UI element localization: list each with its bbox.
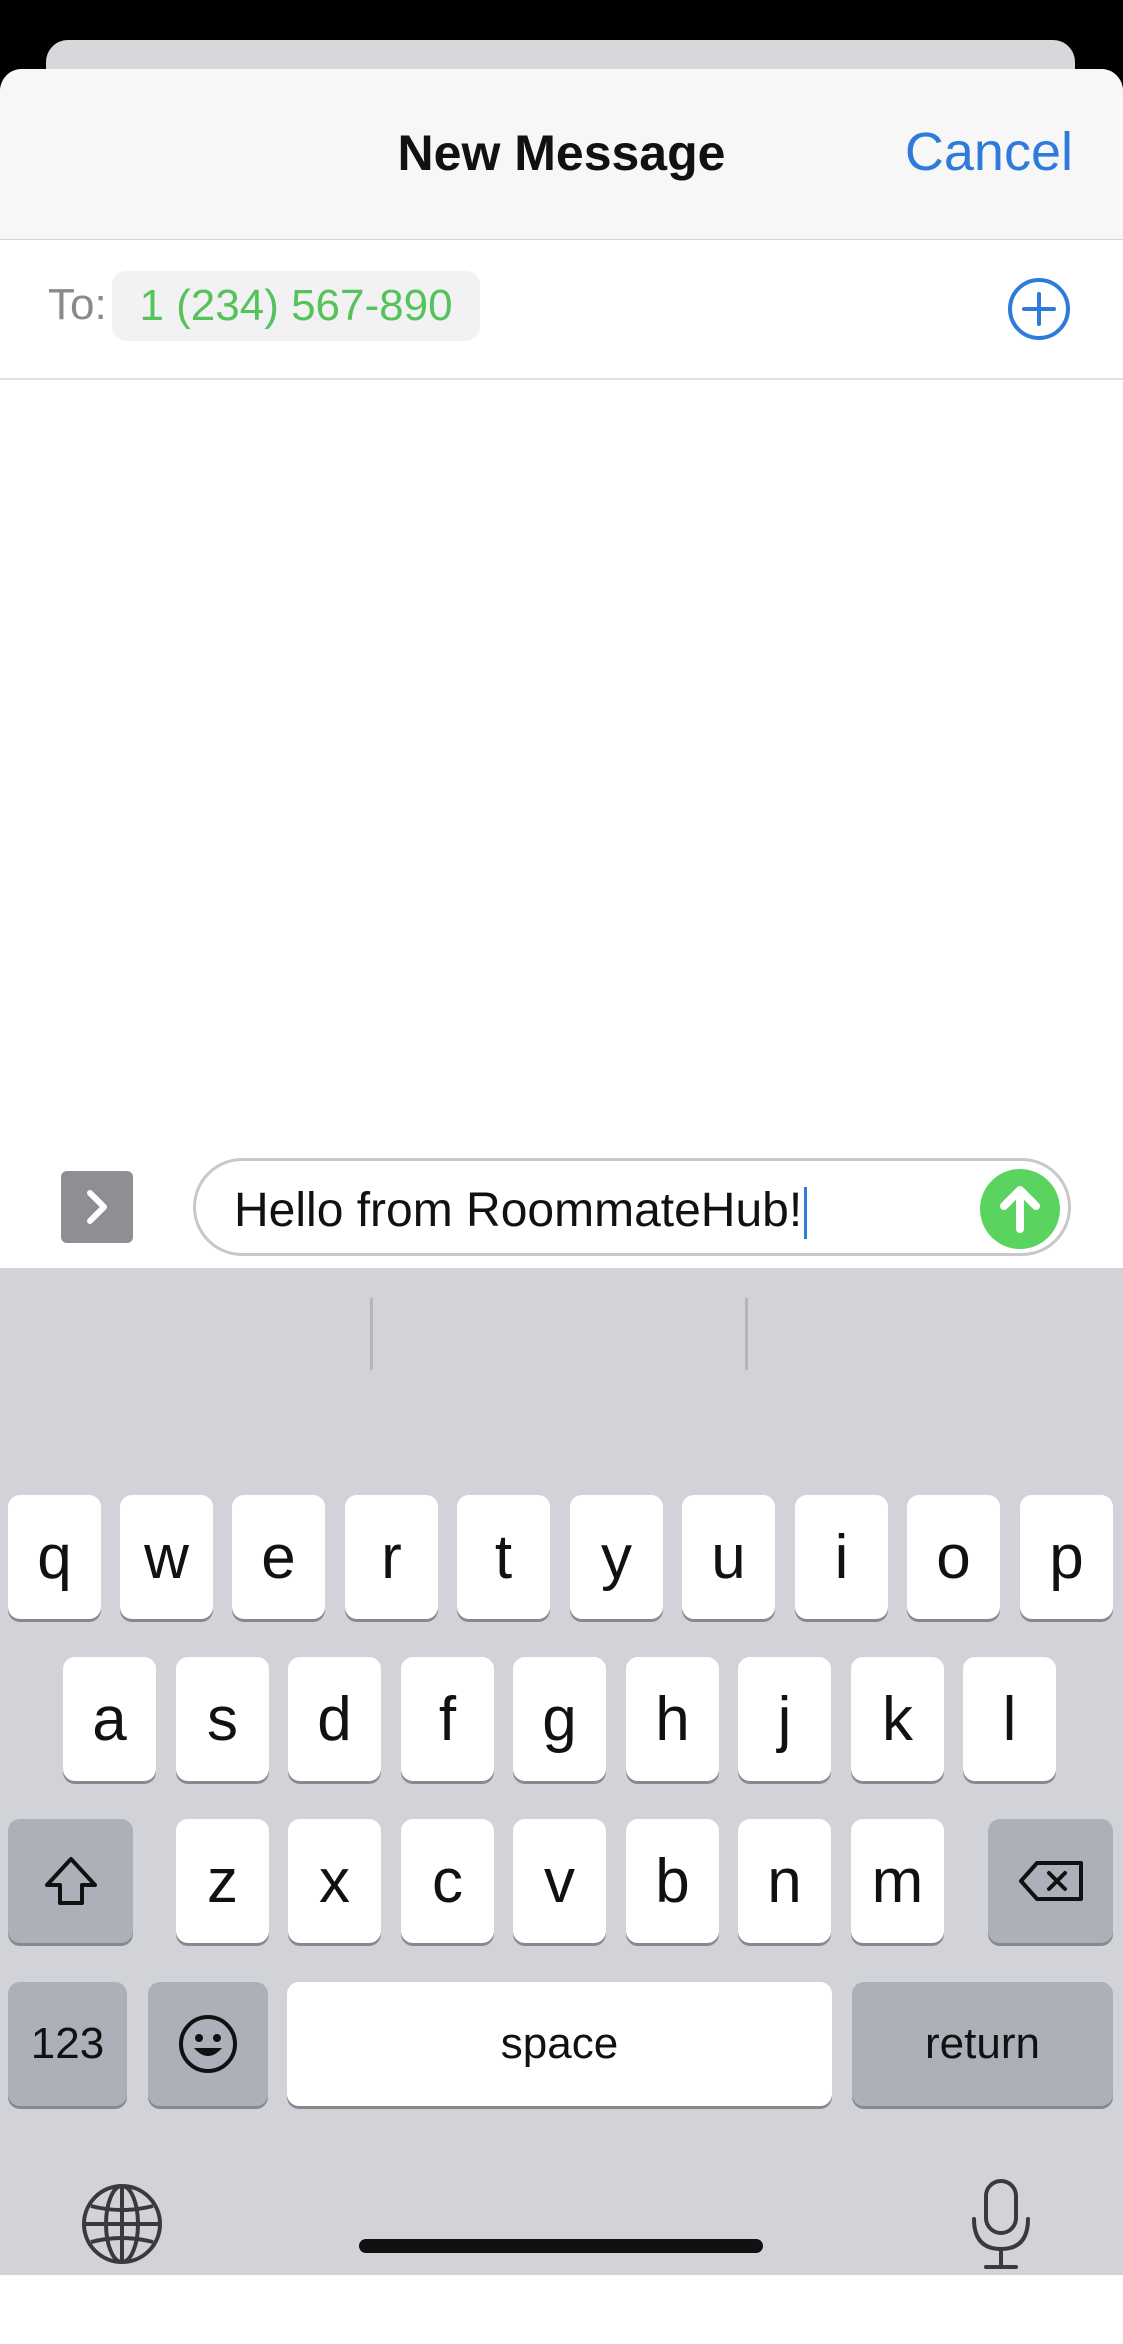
key-m[interactable]: m xyxy=(851,1819,944,1943)
microphone-icon xyxy=(972,2179,1030,2269)
shift-icon xyxy=(44,1857,97,1905)
send-button[interactable] xyxy=(980,1169,1060,1249)
emoji-key[interactable] xyxy=(148,1982,268,2106)
return-key[interactable]: return xyxy=(852,1982,1113,2106)
plus-circle-icon xyxy=(1008,278,1070,340)
key-y[interactable]: y xyxy=(570,1495,663,1619)
chevron-right-icon xyxy=(87,1190,107,1224)
nav-bar: New Message Cancel xyxy=(0,69,1123,241)
key-b[interactable]: b xyxy=(626,1819,719,1943)
numbers-key[interactable]: 123 xyxy=(8,1982,127,2106)
suggestion-divider xyxy=(745,1298,748,1370)
key-k[interactable]: k xyxy=(851,1657,944,1781)
recipient-chip[interactable]: 1 (234) 567-890 xyxy=(112,271,480,341)
arrow-up-icon xyxy=(1000,1186,1040,1233)
keyboard: q w e r t y u i o p a s d f g h j k l z … xyxy=(0,1268,1123,2275)
compose-bar: Hello from RoommateHub! xyxy=(0,1152,1123,1268)
to-label: To: xyxy=(48,280,107,329)
key-f[interactable]: f xyxy=(401,1657,494,1781)
text-caret xyxy=(804,1187,808,1240)
message-text: Hello from RoommateHub! xyxy=(234,1183,808,1240)
key-j[interactable]: j xyxy=(738,1657,831,1781)
key-t[interactable]: t xyxy=(457,1495,550,1619)
key-w[interactable]: w xyxy=(120,1495,213,1619)
globe-button[interactable] xyxy=(78,2180,166,2268)
key-n[interactable]: n xyxy=(738,1819,831,1943)
key-p[interactable]: p xyxy=(1020,1495,1113,1619)
message-text-value: Hello from RoommateHub! xyxy=(234,1184,803,1237)
key-g[interactable]: g xyxy=(513,1657,606,1781)
key-x[interactable]: x xyxy=(288,1819,381,1943)
home-indicator[interactable] xyxy=(359,2239,763,2253)
recipient-row[interactable]: To: 1 (234) 567-890 xyxy=(0,240,1123,380)
key-l[interactable]: l xyxy=(963,1657,1056,1781)
key-v[interactable]: v xyxy=(513,1819,606,1943)
key-a[interactable]: a xyxy=(63,1657,156,1781)
shift-key[interactable] xyxy=(8,1819,133,1943)
suggestion-divider xyxy=(370,1298,373,1370)
key-h[interactable]: h xyxy=(626,1657,719,1781)
key-c[interactable]: c xyxy=(401,1819,494,1943)
key-d[interactable]: d xyxy=(288,1657,381,1781)
add-recipient-button[interactable] xyxy=(1007,277,1071,341)
apps-button[interactable] xyxy=(61,1171,133,1243)
message-input[interactable]: Hello from RoommateHub! xyxy=(193,1158,1071,1256)
key-u[interactable]: u xyxy=(682,1495,775,1619)
emoji-icon xyxy=(179,2015,237,2073)
key-i[interactable]: i xyxy=(795,1495,888,1619)
key-z[interactable]: z xyxy=(176,1819,269,1943)
key-o[interactable]: o xyxy=(907,1495,1000,1619)
key-s[interactable]: s xyxy=(176,1657,269,1781)
backspace-icon xyxy=(1018,1861,1083,1901)
delete-key[interactable] xyxy=(988,1819,1113,1943)
key-e[interactable]: e xyxy=(232,1495,325,1619)
globe-icon xyxy=(82,2184,162,2264)
dictation-button[interactable] xyxy=(966,2175,1036,2275)
cancel-button[interactable]: Cancel xyxy=(905,121,1073,183)
key-q[interactable]: q xyxy=(8,1495,101,1619)
key-r[interactable]: r xyxy=(345,1495,438,1619)
space-key[interactable]: space xyxy=(287,1982,832,2106)
